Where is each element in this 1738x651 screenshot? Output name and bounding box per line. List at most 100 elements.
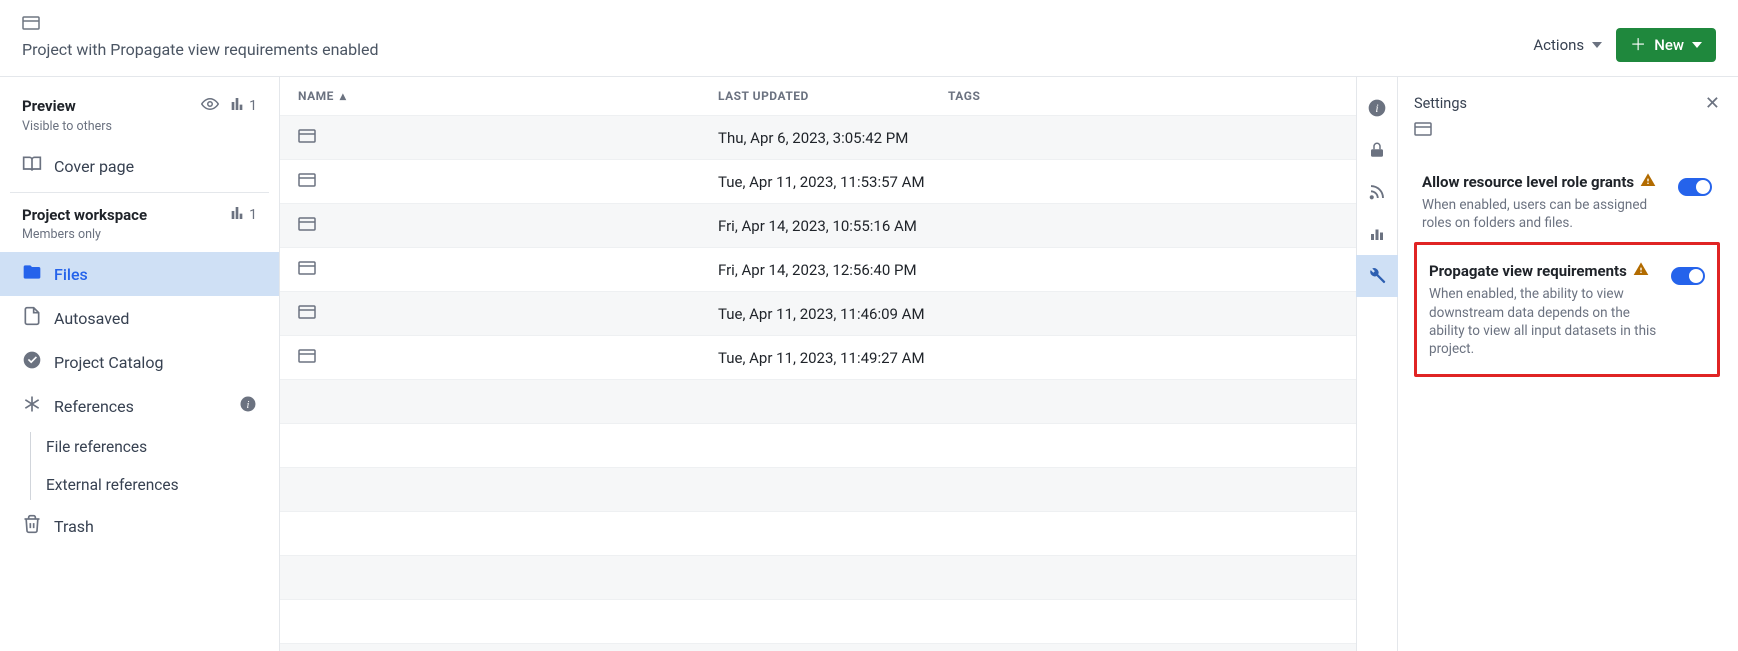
preview-status: 1 xyxy=(201,95,257,117)
dataset-icon xyxy=(298,217,316,231)
workspace-count-wrap: 1 xyxy=(229,205,257,225)
file-row[interactable]: Tue, Apr 11, 2023, 11:53:57 AM xyxy=(280,160,1356,204)
new-button[interactable]: ＋ New xyxy=(1616,28,1716,62)
ext-refs-label: External references xyxy=(46,476,179,494)
workspace-title: Project workspace xyxy=(22,206,147,224)
file-row[interactable]: Tue, Apr 11, 2023, 11:49:27 AM xyxy=(280,336,1356,380)
propagate-title: Propagate view requirements xyxy=(1429,262,1627,280)
trash-icon xyxy=(22,514,42,538)
sidebar-item-references[interactable]: References i xyxy=(0,384,279,428)
file-row[interactable]: Fri, Apr 14, 2023, 12:56:40 PM xyxy=(280,248,1356,292)
rail-info-button[interactable]: i xyxy=(1356,87,1398,129)
blank-row xyxy=(280,512,1356,556)
column-name[interactable]: Name ▴ xyxy=(298,89,718,103)
column-tags[interactable]: Tags xyxy=(948,89,1338,103)
sidebar-item-catalog[interactable]: Project Catalog xyxy=(0,340,279,384)
references-label: References xyxy=(54,397,134,416)
preview-count-wrap: 1 xyxy=(229,96,257,116)
folder-icon xyxy=(22,262,42,286)
file-row[interactable]: Fri, Apr 14, 2023, 10:55:16 AM xyxy=(280,204,1356,248)
file-row[interactable]: Tue, Apr 11, 2023, 11:46:09 AM xyxy=(280,292,1356,336)
blank-row xyxy=(280,600,1356,644)
org-icon xyxy=(229,96,245,116)
settings-project-icon xyxy=(1414,122,1720,140)
trash-label: Trash xyxy=(54,517,94,536)
eye-icon xyxy=(201,95,219,117)
sidebar-item-cover-page[interactable]: Cover page xyxy=(0,144,279,188)
sidebar: Preview 1 Visible to others Cover page xyxy=(0,77,280,651)
workspace-subtitle: Members only xyxy=(0,225,279,252)
rail-lock-button[interactable] xyxy=(1356,129,1398,171)
propagate-toggle[interactable] xyxy=(1671,267,1705,285)
dataset-icon xyxy=(298,261,316,275)
rail-settings-button[interactable] xyxy=(1356,255,1398,297)
new-label: New xyxy=(1654,36,1684,54)
file-list-header: Name ▴ Last Updated Tags xyxy=(280,77,1356,116)
setting-propagate: Propagate view requirements When enabled… xyxy=(1421,251,1713,368)
document-icon xyxy=(22,306,42,330)
sidebar-item-file-references[interactable]: File references xyxy=(0,428,279,466)
propagate-highlight: Propagate view requirements When enabled… xyxy=(1414,242,1720,377)
info-icon[interactable]: i xyxy=(239,395,257,417)
blank-row xyxy=(280,424,1356,468)
settings-header: Settings ✕ xyxy=(1414,93,1720,114)
header-left: Project with Propagate view requirements… xyxy=(22,16,379,59)
files-label: Files xyxy=(54,265,88,284)
autosaved-label: Autosaved xyxy=(54,309,129,328)
asterisk-icon xyxy=(22,394,42,418)
row-last-updated: Thu, Apr 6, 2023, 3:05:42 PM xyxy=(718,129,948,147)
row-last-updated: Fri, Apr 14, 2023, 12:56:40 PM xyxy=(718,261,948,279)
propagate-desc: When enabled, the ability to view downst… xyxy=(1429,285,1657,358)
project-icon xyxy=(22,16,379,34)
allow-grants-title: Allow resource level role grants xyxy=(1422,173,1634,191)
column-name-label: Name xyxy=(298,89,334,103)
preview-count: 1 xyxy=(249,98,257,114)
icon-rail: i xyxy=(1356,77,1398,651)
sidebar-item-autosaved[interactable]: Autosaved xyxy=(0,296,279,340)
rail-stats-button[interactable] xyxy=(1356,213,1398,255)
rail-rss-button[interactable] xyxy=(1356,171,1398,213)
catalog-label: Project Catalog xyxy=(54,353,163,372)
actions-menu[interactable]: Actions xyxy=(1533,36,1602,54)
close-icon[interactable]: ✕ xyxy=(1705,93,1720,114)
workspace-header: Project workspace 1 xyxy=(0,197,279,225)
setting-allow-grants: Allow resource level role grants When en… xyxy=(1414,162,1720,242)
settings-title: Settings xyxy=(1414,95,1467,112)
settings-panel: Settings ✕ Allow resource level role gra… xyxy=(1398,77,1738,651)
sidebar-item-external-references[interactable]: External references xyxy=(0,466,279,504)
blank-row xyxy=(280,380,1356,424)
warning-icon xyxy=(1633,261,1649,281)
svg-text:i: i xyxy=(247,400,250,411)
caret-down-icon xyxy=(1592,42,1602,48)
column-last-updated[interactable]: Last Updated xyxy=(718,89,948,103)
blank-row xyxy=(280,556,1356,600)
file-row[interactable]: Thu, Apr 6, 2023, 3:05:42 PM xyxy=(280,116,1356,160)
preview-header: Preview 1 xyxy=(0,87,279,117)
sidebar-item-trash[interactable]: Trash xyxy=(0,504,279,548)
cover-page-label: Cover page xyxy=(54,157,134,176)
app-header: Project with Propagate view requirements… xyxy=(0,0,1738,77)
dataset-icon xyxy=(298,173,316,187)
book-open-icon xyxy=(22,154,42,178)
preview-title: Preview xyxy=(22,97,76,115)
rows-container: Thu, Apr 6, 2023, 3:05:42 PM Tue, Apr 11,… xyxy=(280,116,1356,651)
svg-text:i: i xyxy=(1375,102,1378,115)
row-last-updated: Tue, Apr 11, 2023, 11:46:09 AM xyxy=(718,305,948,323)
workspace-count: 1 xyxy=(249,207,257,223)
file-list: Name ▴ Last Updated Tags Thu, Apr 6, 202… xyxy=(280,77,1356,651)
sidebar-item-files[interactable]: Files xyxy=(0,252,279,296)
dataset-icon xyxy=(298,129,316,143)
org-icon xyxy=(229,205,245,225)
allow-grants-title-row: Allow resource level role grants xyxy=(1422,172,1664,192)
body-grid: Preview 1 Visible to others Cover page xyxy=(0,77,1738,651)
caret-down-icon xyxy=(1692,42,1702,48)
row-last-updated: Tue, Apr 11, 2023, 11:49:27 AM xyxy=(718,349,948,367)
allow-grants-desc: When enabled, users can be assigned role… xyxy=(1422,196,1664,232)
plus-icon: ＋ xyxy=(1630,37,1646,53)
check-circle-icon xyxy=(22,350,42,374)
workspace-status: 1 xyxy=(229,205,257,225)
actions-label: Actions xyxy=(1533,36,1584,54)
project-title: Project with Propagate view requirements… xyxy=(22,40,379,59)
allow-grants-toggle[interactable] xyxy=(1678,178,1712,196)
preview-subtitle: Visible to others xyxy=(0,117,279,144)
